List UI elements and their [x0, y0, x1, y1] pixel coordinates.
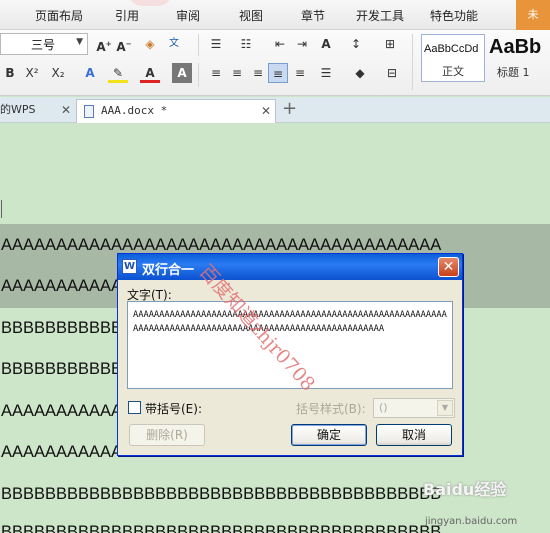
bracket-style-select[interactable]: () ▼	[373, 398, 455, 418]
superscript-icon[interactable]: X²	[22, 63, 42, 83]
menu-decoration	[128, 0, 172, 6]
dialog-close-button[interactable]: ✕	[438, 257, 459, 277]
user-badge[interactable]: 未	[516, 0, 550, 30]
line-spacing-icon[interactable]: ☰	[316, 63, 336, 83]
chevron-down-icon: ▼	[437, 400, 453, 416]
font-size-select[interactable]: 三号 ▼	[0, 33, 88, 55]
toolbar-separator	[412, 34, 413, 90]
bracket-style-label: 括号样式(B):	[296, 402, 366, 416]
text-input-area[interactable]: AAAAAAAAAAAAAAAAAAAAAAAAAAAAAAAAAAAAAAAA…	[127, 301, 453, 389]
text-cursor	[1, 200, 2, 218]
paragraph-shading-icon[interactable]: ◆	[350, 63, 370, 83]
char-shading-icon[interactable]: A	[172, 63, 192, 83]
style-normal-sample: AaBbCcDd	[424, 43, 479, 55]
font-color-icon[interactable]: A	[140, 63, 160, 83]
style-normal[interactable]: AaBbCcDd 正文	[421, 34, 485, 82]
dialog-title-bar[interactable]: W 双行合一 ✕	[118, 254, 462, 280]
menu-item-review[interactable]: 审阅	[176, 7, 200, 24]
bracket-checkbox[interactable]	[128, 401, 141, 414]
combine-two-lines-dialog: W 双行合一 ✕ 文字(T): AAAAAAAAAAAAAAAAAAAAAAAA…	[117, 253, 463, 456]
menu-item-references[interactable]: 引用	[115, 7, 139, 24]
close-icon[interactable]: ✕	[261, 100, 271, 122]
text-effect-icon[interactable]: A	[80, 63, 100, 83]
delete-button[interactable]: 删除(R)	[129, 424, 205, 446]
chevron-down-icon: ▼	[76, 37, 83, 47]
menu-item-page-layout[interactable]: 页面布局	[35, 7, 83, 24]
increase-indent-icon[interactable]: ⇥	[292, 34, 312, 54]
style-heading-1-name: 标题 1	[497, 66, 530, 79]
subscript-icon[interactable]: X₂	[48, 63, 68, 83]
tab-wps-label: 的WPS	[0, 103, 36, 116]
text-input-line-1: AAAAAAAAAAAAAAAAAAAAAAAAAAAAAAAAAAAAAAAA…	[133, 310, 447, 320]
wps-app-icon: W	[122, 259, 137, 274]
clear-format-icon[interactable]: ◈	[140, 34, 160, 54]
text-input-line-2: AAAAAAAAAAAAAAAAAAAAAAAAAAAAAAAAAAAAAAAA…	[133, 324, 385, 334]
document-line[interactable]: BBBBBBBBBBBBBBBBBBBBBBBBBBBBBBBBBBBBBBBB	[1, 523, 441, 533]
decrease-indent-icon[interactable]: ⇤	[270, 34, 290, 54]
tab-document[interactable]: AAA.docx * ✕	[76, 99, 276, 123]
shrink-font-icon[interactable]: A−	[114, 34, 134, 54]
style-heading-1[interactable]: AaBb 标题 1	[487, 34, 550, 82]
menu-item-section[interactable]: 章节	[301, 7, 325, 24]
cancel-button[interactable]: 取消	[376, 424, 452, 446]
ok-button[interactable]: 确定	[291, 424, 367, 446]
style-gallery: AaBbCcDd 正文 AaBb 标题 1	[417, 34, 550, 82]
border-icon[interactable]: ⊞	[380, 34, 400, 54]
dialog-title: 双行合一	[142, 263, 195, 278]
document-tab-bar: 的WPS ✕ AAA.docx * ✕ +	[0, 97, 550, 123]
justify-icon[interactable]: ≡	[268, 63, 288, 83]
grow-font-icon[interactable]: A+	[94, 34, 114, 54]
highlight-icon[interactable]: ✎	[108, 63, 128, 83]
menu-item-view[interactable]: 视图	[239, 7, 263, 24]
distribute-icon[interactable]: ≡	[290, 63, 310, 83]
text-direction-icon[interactable]: A	[316, 34, 336, 54]
bullets-icon[interactable]: ☰	[206, 34, 226, 54]
baidu-jingyan-watermark: Baidu经验 jingyan.baidu.com	[423, 476, 550, 533]
watermark-site: Baidu经验	[423, 480, 507, 499]
menu-item-developer[interactable]: 开发工具	[356, 7, 404, 24]
paragraph-border-icon[interactable]: ⊟	[382, 63, 402, 83]
watermark-url: jingyan.baidu.com	[425, 516, 518, 527]
toolbar-separator	[198, 34, 199, 56]
new-tab-plus-icon[interactable]: +	[282, 97, 297, 121]
font-size-value: 三号	[31, 38, 56, 52]
style-normal-name: 正文	[442, 65, 464, 78]
tab-wps[interactable]: 的WPS ✕	[0, 99, 75, 123]
document-icon	[84, 105, 94, 118]
bracket-checkbox-label: 带括号(E):	[145, 402, 202, 416]
align-center-icon[interactable]: ≡	[227, 63, 247, 83]
bold-icon[interactable]: B	[0, 63, 20, 83]
close-icon[interactable]: ✕	[61, 99, 71, 121]
align-right-icon[interactable]: ≡	[248, 63, 268, 83]
bracket-style-value: ()	[379, 401, 388, 414]
menu-item-special-features[interactable]: 特色功能	[430, 7, 478, 24]
ribbon-toolbar: 三号 ▼ A+ A− ◈ 文 ☰ ☷ ⇤ ⇥ A ↕ ⊞ B X² X₂ A ✎…	[0, 30, 550, 96]
numbering-icon[interactable]: ☷	[236, 34, 256, 54]
tab-document-label: AAA.docx *	[101, 104, 168, 117]
document-line[interactable]: BBBBBBBBBBBBBBBBBBBBBBBBBBBBBBBBBBBBBBBB	[1, 485, 441, 504]
phonetic-guide-icon[interactable]: 文	[164, 34, 184, 54]
menu-bar: 页面布局 引用 审阅 视图 章节 开发工具 特色功能 未	[0, 0, 550, 30]
align-left-icon[interactable]: ≡	[206, 63, 226, 83]
style-heading-1-sample: AaBb	[489, 36, 542, 58]
sort-icon[interactable]: ↕	[346, 34, 366, 54]
toolbar-separator	[198, 63, 199, 87]
